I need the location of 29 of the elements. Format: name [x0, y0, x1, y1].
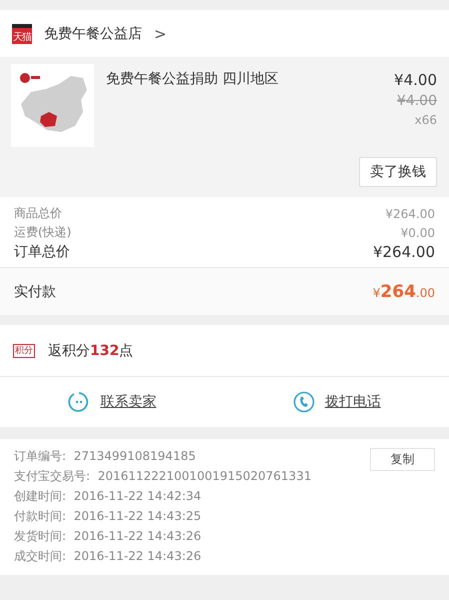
summary-label: 订单总价	[14, 243, 70, 261]
order-detail-row-text: 创建时间: 2016-11-22 14:42:34	[14, 488, 202, 505]
chevron-icon[interactable]: >	[154, 24, 167, 42]
summary-label: 商品总价	[14, 205, 62, 222]
points-badge: 积分	[13, 344, 35, 358]
order-detail-row-text: 成交时间: 2016-11-22 14:43:26	[14, 548, 202, 565]
copy-button[interactable]: 复制	[370, 448, 435, 471]
contact-seller-link[interactable]: 联系卖家	[0, 377, 224, 427]
shop-logo: 天猫	[12, 24, 32, 44]
product-title[interactable]: 免费午餐公益捐助 四川地区	[106, 64, 382, 147]
order-detail-row-text: 订单编号: 2713499108194185	[14, 448, 197, 465]
paid-label: 实付款	[14, 282, 56, 300]
summary-value: ¥0.00	[400, 226, 435, 240]
call-link[interactable]: 拨打电话	[224, 377, 449, 427]
summary-value: ¥264.00	[385, 206, 435, 220]
product-quantity: x66	[414, 113, 437, 127]
order-detail-row: 支付宝交易号: 2016112221001001915020761331	[14, 468, 312, 485]
original-price: ¥4.00	[396, 93, 437, 109]
chat-icon	[68, 391, 90, 413]
order-detail-row-text: 付款时间: 2016-11-22 14:43:25	[14, 508, 202, 525]
summary-label: 运费(快递)	[14, 224, 72, 241]
resell-button[interactable]: 卖了换钱	[359, 157, 437, 187]
order-detail-row-text: 发货时间: 2016-11-22 14:43:26	[14, 528, 202, 545]
product-price: ¥4.00	[394, 71, 437, 89]
summary-value: ¥264.00	[372, 243, 435, 261]
paid-amount: ¥264.00	[372, 282, 435, 302]
shop-name[interactable]: 免费午餐公益店	[44, 24, 142, 42]
phone-icon	[292, 391, 315, 413]
points-text: 返积分132点	[48, 342, 134, 360]
